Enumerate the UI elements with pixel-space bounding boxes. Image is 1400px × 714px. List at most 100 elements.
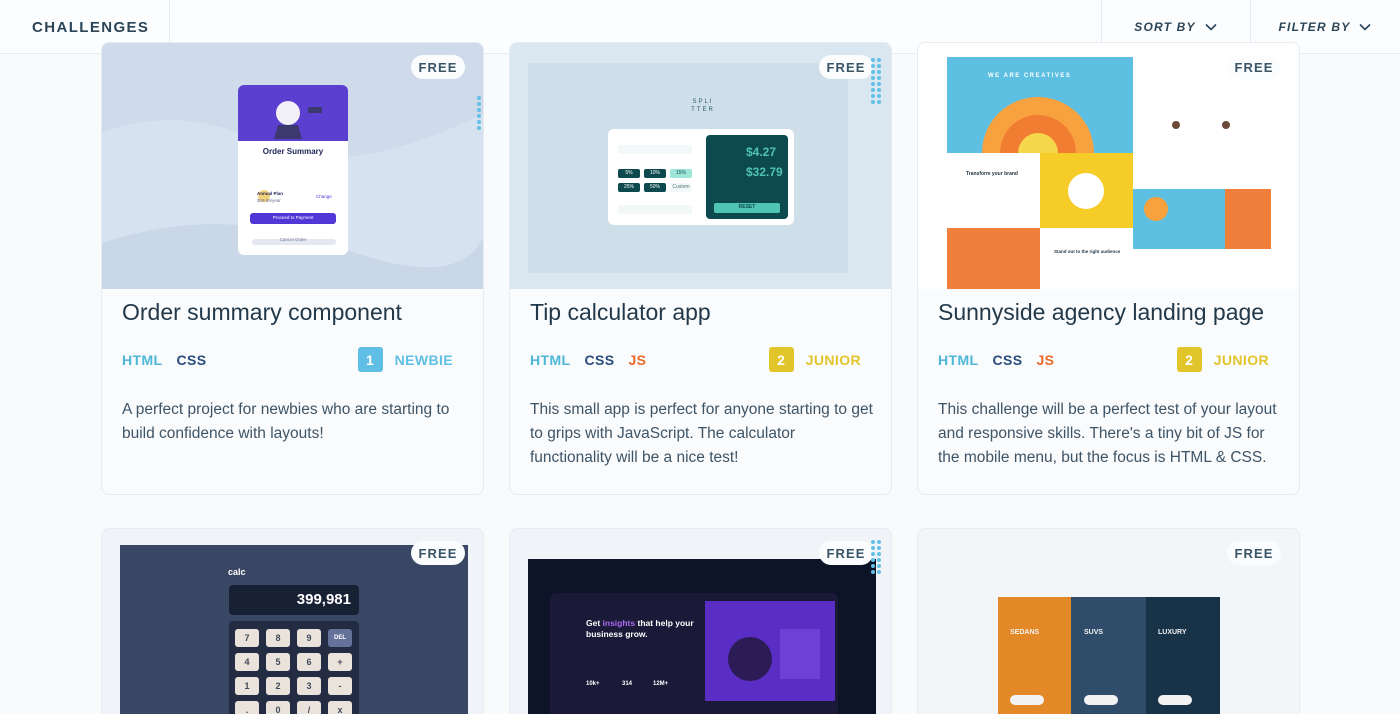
calc-key: 7 <box>235 629 259 647</box>
preview-tip-amount: $4.27 <box>746 145 777 159</box>
free-badge: FREE <box>819 55 873 79</box>
preview-pct: 50% <box>649 184 660 190</box>
challenge-title[interactable]: Tip calculator app <box>530 299 711 326</box>
calc-key: 1 <box>235 677 259 695</box>
preview-change: Change <box>316 194 332 199</box>
tag-html: HTML <box>122 352 163 368</box>
tag-css: CSS <box>584 352 615 368</box>
calc-key: 9 <box>297 629 321 647</box>
challenge-title[interactable]: Sunnyside agency landing page <box>938 299 1264 326</box>
challenge-description: This challenge will be a perfect test of… <box>938 401 1277 466</box>
challenge-preview-image[interactable]: Order Summary Annual Plan $59.99/year Ch… <box>102 43 483 289</box>
preview-plan: Annual Plan <box>257 191 284 196</box>
tip-calculator-preview <box>528 63 848 273</box>
preview-pct: 25% <box>623 184 634 190</box>
dots-decoration <box>871 58 881 104</box>
preview-col-label: LUXURY <box>1158 629 1187 636</box>
language-tags: HTML CSS <box>122 352 220 368</box>
language-tags: HTML CSS JS <box>938 352 1068 368</box>
challenge-title[interactable]: Order summary component <box>122 299 402 326</box>
tag-html: HTML <box>530 352 571 368</box>
free-badge: FREE <box>1227 55 1281 79</box>
language-tags: HTML CSS JS <box>530 352 660 368</box>
preview-heading: Order Summary <box>262 147 324 156</box>
preview-calc-display: 399,981 <box>296 591 351 608</box>
challenge-description: This small app is perfect for anyone sta… <box>530 401 873 466</box>
free-badge: FREE <box>819 541 873 565</box>
challenge-card-tip-calculator[interactable]: SPLI TTER $4.27 $32.79 5% 10% 15% 25% 50… <box>509 42 892 495</box>
challenge-preview-image[interactable]: calc 399,981 7 8 9 DEL 4 5 6 +1 2 3-. 0 / x FREE <box>102 529 483 714</box>
challenge-card-column-preview[interactable]: SEDANS SUVS LUXURY FREE <box>917 528 1300 714</box>
calculator-keypad: 7 8 9 DEL 4 5 6 +1 2 3-. 0 / x <box>235 629 353 714</box>
preview-stat: 12M+ <box>653 681 669 687</box>
dots-decoration <box>477 96 481 130</box>
preview-pct: 15% <box>675 170 686 176</box>
challenge-preview-image[interactable]: SPLI TTER $4.27 $32.79 5% 10% 15% 25% 50… <box>510 43 891 289</box>
preview-pct: 5% <box>625 170 633 176</box>
challenge-preview-image[interactable]: Get insights that help your business gro… <box>510 529 891 714</box>
preview-standout-text: Stand out to the right audience <box>1054 249 1121 254</box>
chevron-down-icon <box>1205 23 1217 31</box>
preview-cta: Proceed to Payment <box>272 215 314 220</box>
preview-cancel: Cancel Order <box>279 237 307 242</box>
chevron-down-icon <box>1359 23 1372 31</box>
preview-price: $59.99/year <box>257 198 281 203</box>
preview-col-label: SUVS <box>1084 629 1104 636</box>
calc-key: - <box>328 677 352 695</box>
level-label: JUNIOR <box>805 351 861 368</box>
calc-key: 8 <box>266 629 290 647</box>
level-label: JUNIOR <box>1213 351 1269 368</box>
preview-stat: 10k+ <box>586 681 600 687</box>
sort-by-label: SORT BY <box>1134 20 1196 34</box>
difficulty-level: 2 JUNIOR <box>768 347 861 372</box>
calc-key: 4 <box>235 653 259 671</box>
free-badge: FREE <box>411 541 465 565</box>
preview-brand-text: Transform your brand <box>966 171 1018 177</box>
challenge-preview-image[interactable]: SEDANS SUVS LUXURY FREE <box>918 529 1299 714</box>
calc-key: . <box>235 701 259 714</box>
calc-key: 5 <box>266 653 290 671</box>
tag-js: JS <box>628 352 647 368</box>
calc-key: 0 <box>266 701 290 714</box>
tag-css: CSS <box>176 352 207 368</box>
calc-key: DEL <box>328 629 352 647</box>
preview-logo: SPLI TTER <box>691 99 715 113</box>
tag-js: JS <box>1036 352 1055 368</box>
calc-key: 2 <box>266 677 290 695</box>
preview-stat: 314 <box>622 681 633 687</box>
challenge-preview-image[interactable]: WE ARE CREATIVES Transform your brand St… <box>918 43 1299 289</box>
free-badge: FREE <box>411 55 465 79</box>
difficulty-level: 1 NEWBIE <box>357 347 453 372</box>
level-label: NEWBIE <box>394 351 453 368</box>
preview-pct: Custom <box>672 184 690 190</box>
calc-key: x <box>328 701 352 714</box>
preview-reset: RESET <box>738 204 756 210</box>
calc-key: + <box>328 653 352 671</box>
level-number: 2 <box>768 347 794 372</box>
free-badge: FREE <box>1227 541 1281 565</box>
challenge-card-order-summary[interactable]: Order Summary Annual Plan $59.99/year Ch… <box>101 42 484 495</box>
preview-calc-logo: calc <box>228 567 246 577</box>
preview-pct: 10% <box>649 170 660 176</box>
preview-col-label: SEDANS <box>1010 629 1040 636</box>
level-number: 2 <box>1176 347 1202 372</box>
preview-total: $32.79 <box>746 165 783 179</box>
calc-key: 6 <box>297 653 321 671</box>
tag-html: HTML <box>938 352 979 368</box>
headline-part: Get <box>586 618 603 628</box>
challenge-card-stats-preview[interactable]: Get insights that help your business gro… <box>509 528 892 714</box>
dots-decoration <box>871 540 881 574</box>
challenge-card-sunnyside[interactable]: WE ARE CREATIVES Transform your brand St… <box>917 42 1300 495</box>
challenge-description: A perfect project for newbies who are st… <box>122 401 450 442</box>
preview-hero-text: WE ARE CREATIVES <box>988 73 1072 79</box>
difficulty-level: 2 JUNIOR <box>1176 347 1269 372</box>
tag-css: CSS <box>992 352 1023 368</box>
calc-key: 3 <box>297 677 321 695</box>
filter-by-label: FILTER BY <box>1278 20 1351 34</box>
challenge-card-calculator[interactable]: calc 399,981 7 8 9 DEL 4 5 6 +1 2 3-. 0 / x FREE <box>101 528 484 714</box>
level-number: 1 <box>357 347 383 372</box>
headline-highlight: insights <box>602 618 636 628</box>
calc-key: / <box>297 701 321 714</box>
preview-headline: Get insights that help your business gro… <box>586 618 698 640</box>
order-summary-preview <box>102 43 483 289</box>
